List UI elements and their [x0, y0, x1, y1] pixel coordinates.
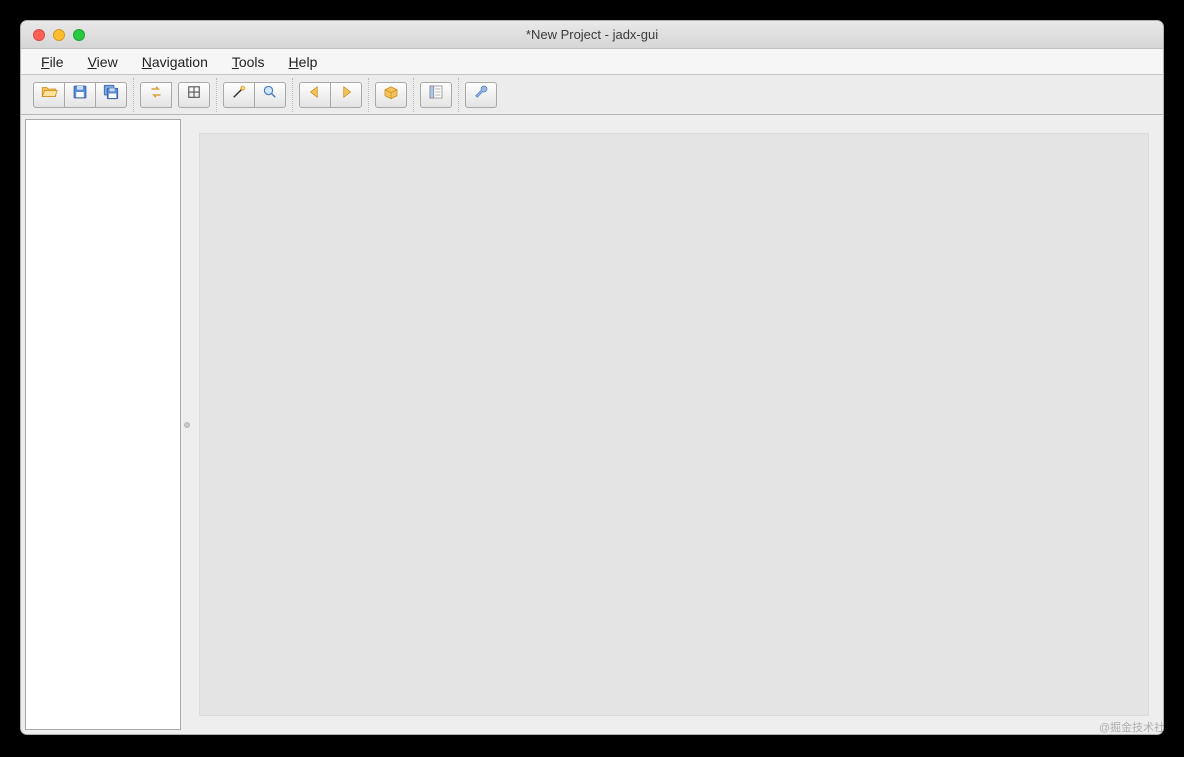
sync-button[interactable]	[140, 82, 172, 108]
arrow-right-icon	[337, 83, 355, 106]
text-search-button[interactable]	[223, 82, 255, 108]
toolbar-group-search	[217, 78, 293, 112]
grid-icon	[185, 83, 203, 106]
watermark-line-1: @掘金技术社区	[1099, 719, 1176, 735]
toolbar-group-deobf	[369, 78, 414, 112]
save-all-button[interactable]	[95, 82, 127, 108]
editor-area	[191, 119, 1157, 730]
menu-bar: File View Navigation Tools Help	[21, 49, 1163, 75]
toolbar-group-nav	[293, 78, 369, 112]
app-window: *New Project - jadx-gui File View Naviga…	[20, 20, 1164, 735]
menu-tools[interactable]: Tools	[220, 52, 277, 72]
arrow-left-icon	[306, 83, 324, 106]
nav-forward-button[interactable]	[330, 82, 362, 108]
toolbar	[21, 75, 1163, 115]
magnifier-icon	[261, 83, 279, 106]
editor-empty-panel	[199, 133, 1149, 716]
save-button[interactable]	[64, 82, 96, 108]
nav-back-button[interactable]	[299, 82, 331, 108]
project-tree-panel[interactable]	[25, 119, 181, 730]
wrench-icon	[472, 83, 490, 106]
watermark-line-2: @51CTO博客	[1108, 735, 1176, 751]
open-file-button[interactable]	[33, 82, 65, 108]
menu-file[interactable]: File	[29, 52, 76, 72]
close-window-button[interactable]	[33, 29, 45, 41]
menu-navigation[interactable]: Navigation	[130, 52, 220, 72]
split-handle[interactable]	[183, 117, 191, 732]
sync-arrows-icon	[147, 83, 165, 106]
menu-view[interactable]: View	[76, 52, 130, 72]
maximize-window-button[interactable]	[73, 29, 85, 41]
workspace	[21, 115, 1163, 734]
class-search-button[interactable]	[254, 82, 286, 108]
toolbar-group-file	[27, 78, 134, 112]
wand-icon	[230, 83, 248, 106]
window-title: *New Project - jadx-gui	[21, 27, 1163, 42]
splitter-grip-icon	[184, 422, 190, 428]
flatten-button[interactable]	[178, 82, 210, 108]
menu-help[interactable]: Help	[277, 52, 330, 72]
toolbar-group-sync	[134, 78, 217, 112]
deobfuscate-button[interactable]	[375, 82, 407, 108]
preferences-button[interactable]	[465, 82, 497, 108]
floppy-disk-icon	[71, 83, 89, 106]
log-panel-icon	[427, 83, 445, 106]
folder-open-icon	[40, 83, 58, 106]
traffic-lights	[21, 29, 85, 41]
toolbar-group-prefs	[459, 78, 503, 112]
toolbar-group-log	[414, 78, 459, 112]
floppy-disk-multi-icon	[102, 83, 120, 106]
titlebar: *New Project - jadx-gui	[21, 21, 1163, 49]
minimize-window-button[interactable]	[53, 29, 65, 41]
log-button[interactable]	[420, 82, 452, 108]
package-icon	[382, 83, 400, 106]
